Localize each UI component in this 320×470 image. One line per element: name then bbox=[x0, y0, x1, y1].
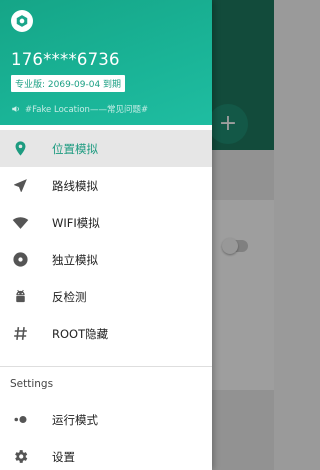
menu-item-run-mode[interactable]: 运行模式 bbox=[0, 401, 212, 438]
android-icon bbox=[10, 287, 30, 307]
menu-item-route[interactable]: 路线模拟 bbox=[0, 167, 212, 204]
faq-notice-text: #Fake Location——常见问题# bbox=[25, 105, 149, 115]
menu-label-preferences: 设置 bbox=[52, 449, 75, 464]
menu-label-root-hide: ROOT隐藏 bbox=[52, 326, 109, 341]
menu-label-run-mode: 运行模式 bbox=[52, 412, 98, 427]
main-menu: 位置模拟 路线模拟 WIFI模拟 独立模拟 反检测 ROOT隐藏 bbox=[0, 130, 212, 352]
menu-label-wifi: WIFI模拟 bbox=[52, 215, 100, 230]
menu-item-preferences[interactable]: 设置 bbox=[0, 438, 212, 470]
toggle-mode-icon bbox=[10, 410, 30, 430]
menu-item-anti-detect[interactable]: 反检测 bbox=[0, 278, 212, 315]
vip-expiry-badge: 专业版: 2069-09-04 到期 bbox=[11, 75, 126, 92]
faq-notice-link[interactable]: #Fake Location——常见问题# bbox=[11, 103, 201, 115]
menu-item-location[interactable]: 位置模拟 bbox=[0, 130, 212, 167]
location-pin-icon bbox=[10, 139, 30, 159]
menu-item-root-hide[interactable]: ROOT隐藏 bbox=[0, 315, 212, 352]
settings-section-title: Settings bbox=[10, 378, 54, 390]
megaphone-icon bbox=[12, 106, 19, 112]
account-phone: 176****6736 bbox=[11, 50, 120, 69]
menu-item-wifi[interactable]: WIFI模拟 bbox=[0, 204, 212, 241]
disc-icon bbox=[10, 250, 30, 270]
menu-label-route: 路线模拟 bbox=[52, 178, 98, 193]
navigation-arrow-icon bbox=[10, 176, 30, 196]
settings-menu: 运行模式 设置 bbox=[0, 401, 212, 470]
drawer-header: 176****6736 专业版: 2069-09-04 到期 #Fake Loc… bbox=[0, 0, 212, 125]
menu-label-location: 位置模拟 bbox=[52, 141, 98, 156]
wifi-icon bbox=[10, 213, 30, 233]
gear-icon bbox=[10, 447, 30, 467]
app-logo-icon[interactable] bbox=[11, 10, 33, 32]
menu-label-standalone: 独立模拟 bbox=[52, 252, 98, 267]
menu-label-anti-detect: 反检测 bbox=[52, 289, 87, 304]
navigation-drawer: 176****6736 专业版: 2069-09-04 到期 #Fake Loc… bbox=[0, 0, 212, 470]
hash-icon bbox=[10, 324, 30, 344]
menu-item-standalone[interactable]: 独立模拟 bbox=[0, 241, 212, 278]
